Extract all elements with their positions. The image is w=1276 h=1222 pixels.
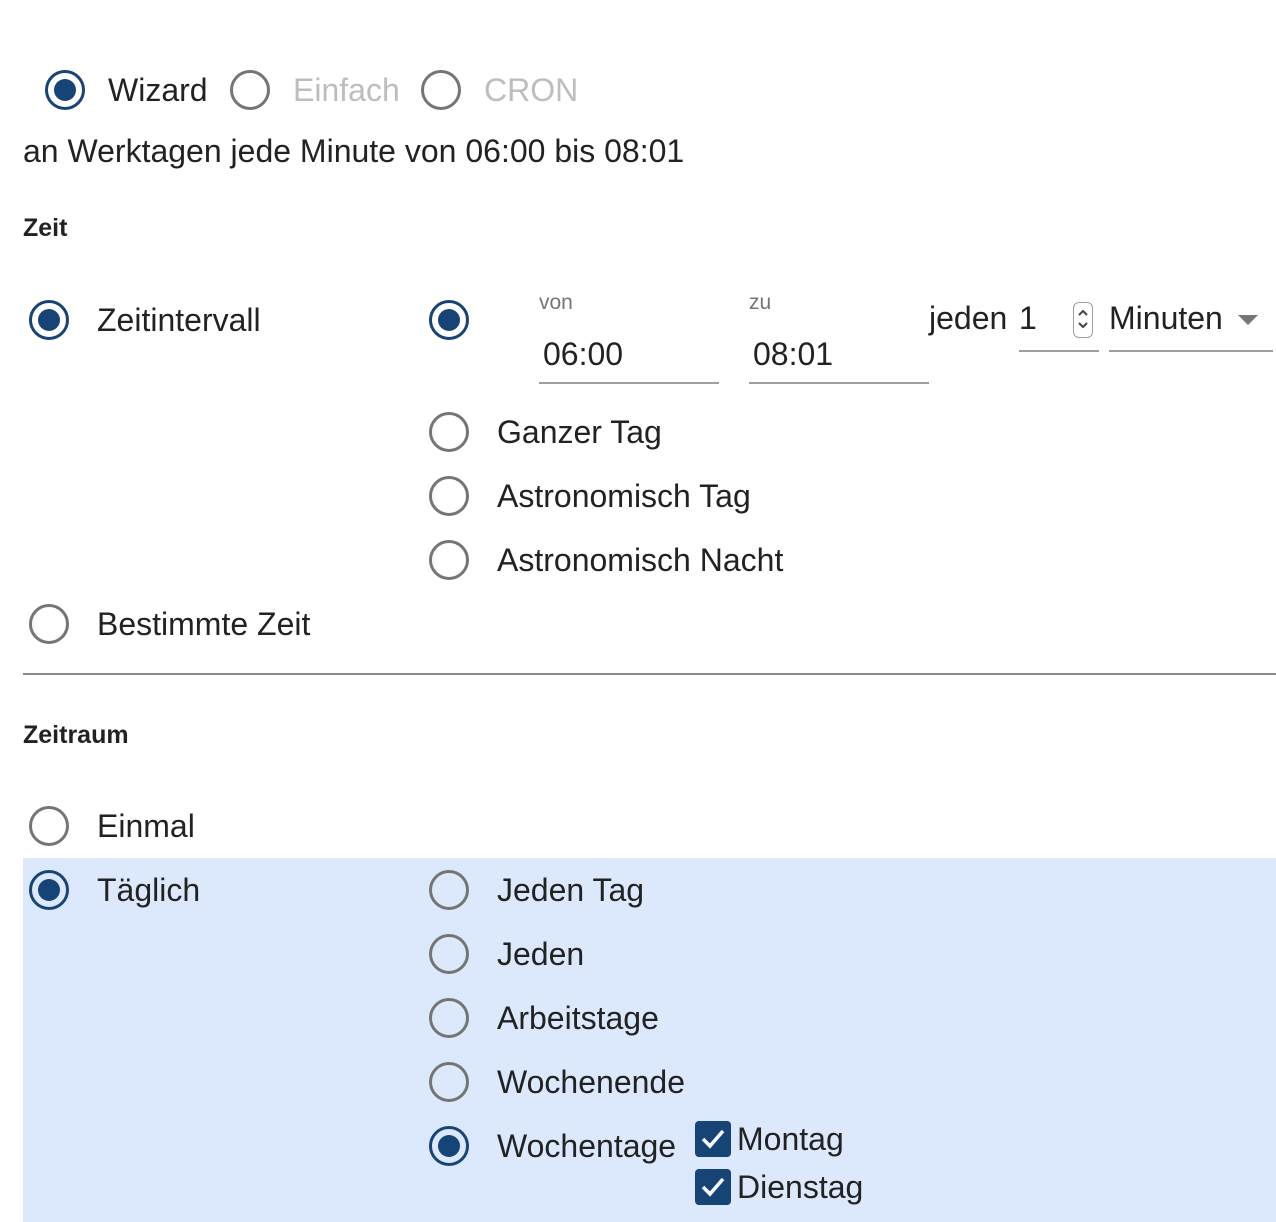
einmal-label[interactable]: Einmal: [97, 806, 195, 846]
section-divider: [23, 673, 1276, 675]
taeglich-radio[interactable]: [29, 870, 69, 910]
ganzer-tag-radio[interactable]: [429, 412, 469, 452]
wochenende-radio[interactable]: [429, 1062, 469, 1102]
section-title-zeit: Zeit: [23, 214, 68, 242]
unit-select-underline: [1109, 350, 1273, 352]
jeden-tag-label[interactable]: Jeden Tag: [497, 870, 644, 910]
to-time-input[interactable]: 08:01: [753, 336, 833, 373]
chevron-down-icon[interactable]: [1238, 315, 1258, 325]
zeitintervall-label[interactable]: Zeitintervall: [97, 300, 261, 340]
astronomisch-nacht-label[interactable]: Astronomisch Nacht: [497, 540, 783, 580]
taeglich-highlight-panel: [23, 858, 1276, 1222]
ganzer-tag-label[interactable]: Ganzer Tag: [497, 412, 662, 452]
jeden-tag-radio[interactable]: [429, 870, 469, 910]
mode-wizard-label[interactable]: Wizard: [108, 70, 208, 110]
mode-einfach-radio[interactable]: [230, 70, 270, 110]
wochentage-radio[interactable]: [429, 1126, 469, 1166]
dienstag-checkbox[interactable]: [695, 1169, 731, 1205]
bestimmte-zeit-radio[interactable]: [29, 604, 69, 644]
unit-select[interactable]: Minuten: [1109, 298, 1223, 338]
check-icon: [701, 1129, 725, 1149]
bestimmte-zeit-label[interactable]: Bestimmte Zeit: [97, 604, 310, 644]
dienstag-label[interactable]: Dienstag: [737, 1167, 863, 1207]
every-stepper-icon[interactable]: [1073, 302, 1093, 338]
montag-label[interactable]: Montag: [737, 1119, 844, 1159]
every-label: jeden: [929, 300, 1008, 336]
jeden-label[interactable]: Jeden: [497, 934, 584, 974]
from-time-underline: [539, 382, 719, 384]
mode-cron-radio[interactable]: [421, 70, 461, 110]
astronomisch-tag-label[interactable]: Astronomisch Tag: [497, 476, 751, 516]
schedule-summary: an Werktagen jede Minute von 06:00 bis 0…: [23, 133, 685, 169]
mode-cron-label[interactable]: CRON: [484, 70, 578, 110]
every-value-input[interactable]: 1: [1019, 298, 1037, 338]
time-range-radio[interactable]: [429, 300, 469, 340]
every-value-underline: [1019, 350, 1099, 352]
from-time-input[interactable]: 06:00: [543, 336, 623, 373]
from-field-label: von: [539, 291, 573, 314]
astronomisch-tag-radio[interactable]: [429, 476, 469, 516]
arbeitstage-radio[interactable]: [429, 998, 469, 1038]
wochentage-label[interactable]: Wochentage: [497, 1126, 676, 1166]
to-time-underline: [749, 382, 929, 384]
zeitintervall-radio[interactable]: [29, 300, 69, 340]
mode-wizard-radio[interactable]: [45, 70, 85, 110]
astronomisch-nacht-radio[interactable]: [429, 540, 469, 580]
jeden-radio[interactable]: [429, 934, 469, 974]
to-field-label: zu: [749, 291, 772, 314]
montag-checkbox[interactable]: [695, 1121, 731, 1157]
einmal-radio[interactable]: [29, 806, 69, 846]
wochenende-label[interactable]: Wochenende: [497, 1062, 685, 1102]
check-icon: [701, 1177, 725, 1197]
taeglich-label[interactable]: Täglich: [97, 870, 200, 910]
section-title-zeitraum: Zeitraum: [23, 721, 129, 749]
mode-einfach-label[interactable]: Einfach: [293, 70, 400, 110]
arbeitstage-label[interactable]: Arbeitstage: [497, 998, 659, 1038]
